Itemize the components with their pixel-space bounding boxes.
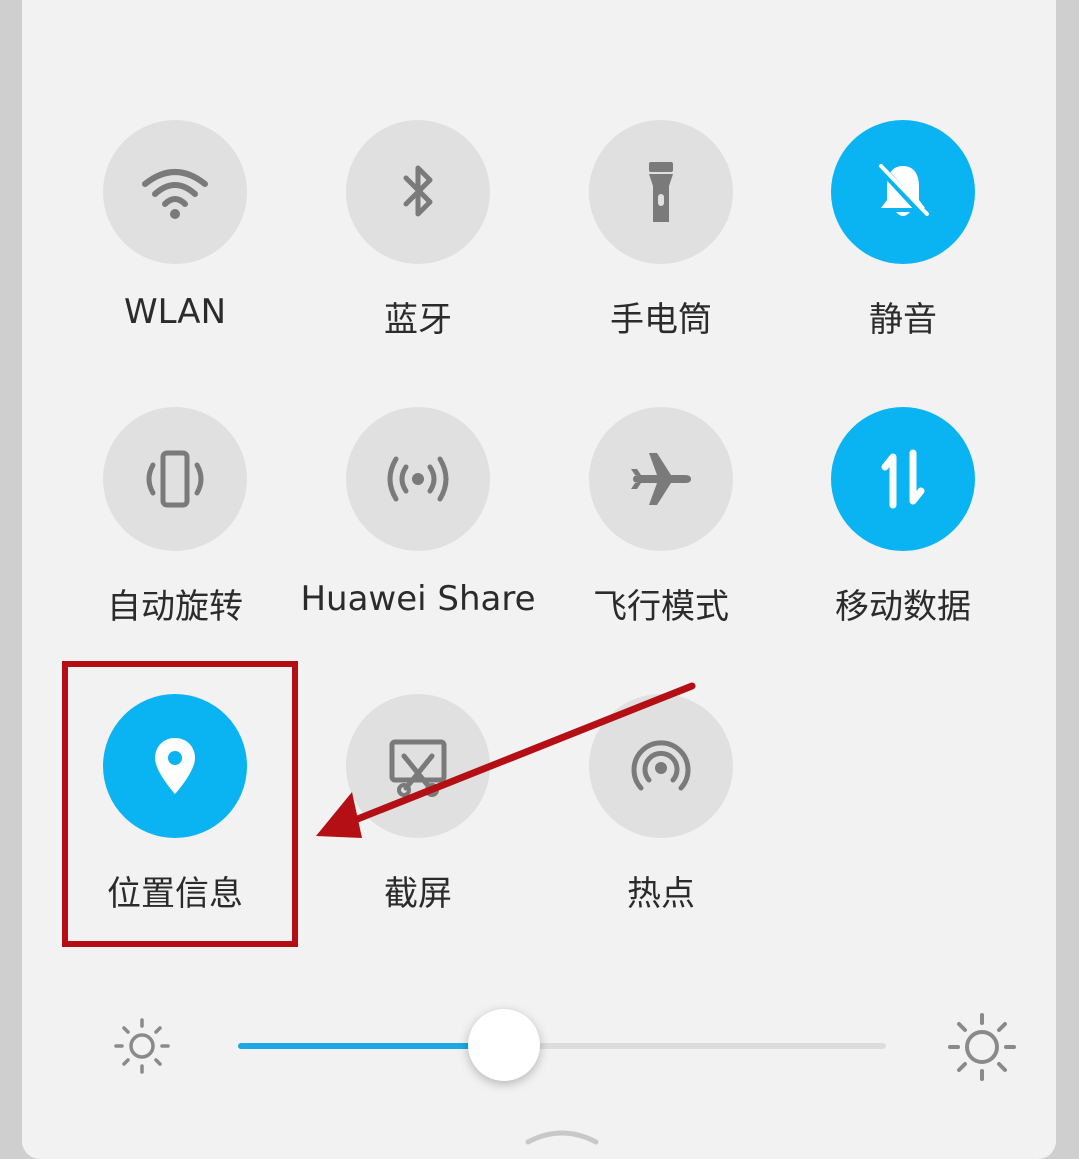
brightness-high-icon (948, 1013, 1016, 1081)
tile-hotspot-button[interactable] (589, 694, 733, 838)
collapse-handle-icon[interactable] (522, 1120, 602, 1150)
tile-flashlight-button[interactable] (589, 120, 733, 264)
tile-screenshot-button[interactable] (346, 694, 490, 838)
tile-auto-rotate[interactable]: 自动旋转 (54, 407, 296, 667)
quick-settings-panel: WLAN 蓝牙 手电筒 静音 自动旋转 Huawei Share 飞行模式 移动… (22, 0, 1056, 1159)
tile-airplane[interactable]: 飞行模式 (540, 407, 782, 667)
tile-label: WLAN (123, 292, 227, 332)
tile-bluetooth-button[interactable] (346, 120, 490, 264)
tile-mobile-data[interactable]: 移动数据 (782, 407, 1024, 667)
brightness-slider[interactable] (238, 1009, 886, 1081)
tile-flashlight[interactable]: 手电筒 (540, 120, 782, 380)
tile-bluetooth[interactable]: 蓝牙 (297, 120, 539, 380)
tile-label: Huawei Share (300, 579, 536, 619)
tile-label: 截屏 (384, 874, 452, 914)
tile-hotspot[interactable]: 热点 (540, 694, 782, 954)
bluetooth-icon (403, 165, 433, 217)
hotspot-icon (631, 740, 691, 791)
tile-label: 自动旋转 (107, 587, 243, 627)
tile-airplane-button[interactable] (589, 407, 733, 551)
tile-mobile-data-button[interactable] (831, 407, 975, 551)
tile-label: 热点 (627, 874, 695, 914)
tile-auto-rotate-button[interactable] (103, 407, 247, 551)
tile-label: 手电筒 (610, 300, 712, 340)
tile-label: 蓝牙 (384, 300, 452, 340)
brightness-slider-fill (238, 1043, 504, 1049)
brightness-low-icon (114, 1018, 170, 1074)
tile-label: 移动数据 (835, 587, 971, 627)
mobile-data-icon (881, 449, 925, 509)
tile-wlan-button[interactable] (103, 120, 247, 264)
screenshot-icon (389, 739, 447, 797)
wifi-icon (142, 169, 208, 219)
tile-huawei-share-button[interactable] (346, 407, 490, 551)
tile-screenshot[interactable]: 截屏 (297, 694, 539, 954)
tile-label: 飞行模式 (593, 587, 729, 627)
flashlight-icon (649, 162, 673, 222)
auto-rotate-icon (146, 450, 204, 508)
huawei-share-icon (387, 456, 449, 502)
tile-label: 静音 (869, 300, 937, 340)
tile-huawei-share[interactable]: Huawei Share (297, 407, 539, 667)
airplane-icon (631, 453, 691, 505)
brightness-slider-thumb[interactable] (467, 1009, 540, 1081)
tile-wlan[interactable]: WLAN (54, 120, 296, 380)
tile-silent-button[interactable] (831, 120, 975, 264)
tile-silent[interactable]: 静音 (782, 120, 1024, 380)
highlight-box (62, 661, 298, 947)
bell-off-icon (876, 163, 930, 221)
